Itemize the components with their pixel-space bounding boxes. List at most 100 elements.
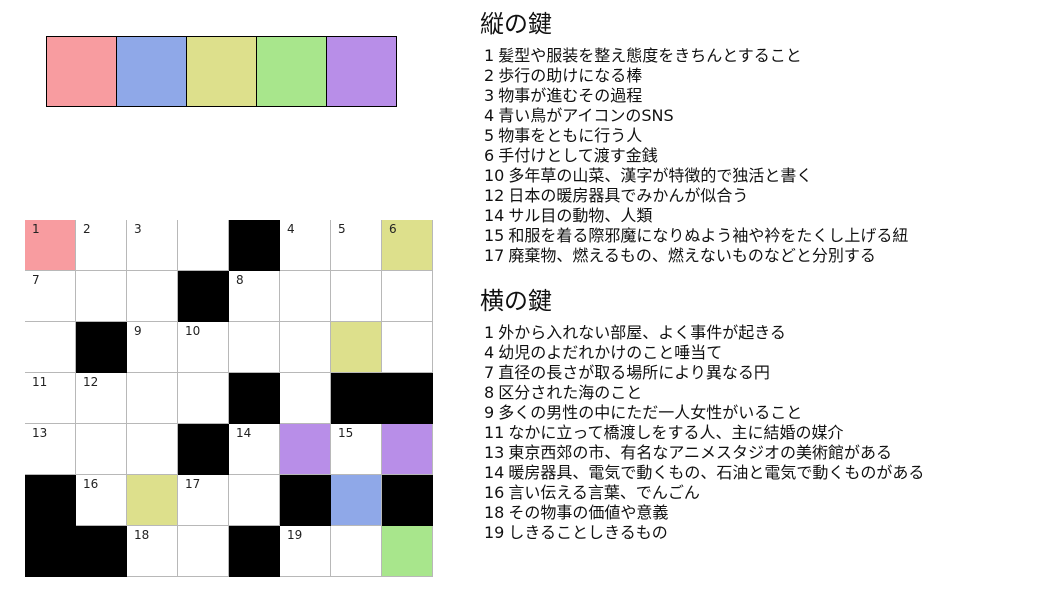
- grid-cell[interactable]: [280, 424, 331, 475]
- grid-cell[interactable]: 18: [127, 526, 178, 577]
- clue-number: 16: [484, 483, 505, 502]
- across-clue: 8 区分された海のこと: [484, 383, 1048, 403]
- clue-text: 暖房器具、電気で動くもの、石油と電気で動くものがある: [508, 463, 925, 482]
- grid-cell[interactable]: 2: [76, 220, 127, 271]
- grid-cell[interactable]: 8: [229, 271, 280, 322]
- grid-cell[interactable]: [382, 322, 433, 373]
- grid-cell[interactable]: [127, 271, 178, 322]
- grid-cell[interactable]: [280, 373, 331, 424]
- clue-text: 言い伝える言葉、でんごん: [508, 483, 700, 502]
- grid-cell[interactable]: [229, 475, 280, 526]
- grid-cell[interactable]: [382, 271, 433, 322]
- clue-number: 3: [484, 86, 495, 105]
- cell-number: 2: [83, 222, 91, 236]
- grid-cell[interactable]: [331, 526, 382, 577]
- across-clue: 13 東京西郊の市、有名なアニメスタジオの美術館がある: [484, 443, 1048, 463]
- down-clue: 4 青い鳥がアイコンのSNS: [484, 106, 1048, 126]
- grid-cell[interactable]: 16: [76, 475, 127, 526]
- cell-number: 11: [32, 375, 48, 389]
- clue-number: 4: [484, 343, 495, 362]
- answer-slot-4[interactable]: [257, 37, 327, 106]
- grid-block-cell: [178, 424, 229, 475]
- across-clue: 14 暖房器具、電気で動くもの、石油と電気で動くものがある: [484, 463, 1048, 483]
- grid-block-cell: [76, 526, 127, 577]
- grid-cell[interactable]: 6: [382, 220, 433, 271]
- cell-number: 5: [338, 222, 346, 236]
- grid-cell[interactable]: 12: [76, 373, 127, 424]
- grid-cell[interactable]: [280, 271, 331, 322]
- clue-number: 12: [484, 186, 505, 205]
- cell-number: 8: [236, 273, 244, 287]
- grid-cell[interactable]: [178, 526, 229, 577]
- clue-number: 7: [484, 363, 495, 382]
- clue-text: 日本の暖房器具でみかんが似合う: [508, 186, 749, 205]
- across-clues-list: 1 外から入れない部屋、よく事件が起きる 4 幼児のよだれかけのこと唾当て 7 直径の長さ…: [478, 323, 1048, 543]
- grid-cell[interactable]: [25, 322, 76, 373]
- answer-slot-3[interactable]: [187, 37, 257, 106]
- clue-number: 10: [484, 166, 505, 185]
- grid-cell[interactable]: 14: [229, 424, 280, 475]
- clue-text: その物事の価値や意義: [508, 503, 669, 522]
- grid-cell[interactable]: 19: [280, 526, 331, 577]
- grid-cell[interactable]: 15: [331, 424, 382, 475]
- answer-slot-5[interactable]: [327, 37, 396, 106]
- cell-number: 15: [338, 426, 354, 440]
- answer-slot-2[interactable]: [117, 37, 187, 106]
- grid-cell[interactable]: [331, 271, 382, 322]
- grid-block-cell: [331, 373, 382, 424]
- grid-cell[interactable]: [280, 322, 331, 373]
- grid-cell[interactable]: [178, 373, 229, 424]
- grid-cell[interactable]: [331, 322, 382, 373]
- grid-cell[interactable]: 13: [25, 424, 76, 475]
- grid-cell[interactable]: [178, 220, 229, 271]
- grid-cell[interactable]: 17: [178, 475, 229, 526]
- down-clue: 12 日本の暖房器具でみかんが似合う: [484, 186, 1048, 206]
- grid-cell[interactable]: 11: [25, 373, 76, 424]
- clue-text: 直径の長さが取る場所により異なる円: [498, 363, 770, 382]
- grid-cell[interactable]: 10: [178, 322, 229, 373]
- grid-cell[interactable]: [229, 322, 280, 373]
- across-clues-heading: 横の鍵: [480, 287, 552, 315]
- cell-number: 4: [287, 222, 295, 236]
- clue-number: 8: [484, 383, 495, 402]
- grid-cell[interactable]: [127, 373, 178, 424]
- grid-cell[interactable]: [127, 424, 178, 475]
- down-clue: 1 髪型や服装を整え態度をきちんとすること: [484, 46, 1048, 66]
- across-clue: 11 なかに立って橋渡しをする人、主に結婚の媒介: [484, 423, 1048, 443]
- grid-cell[interactable]: 3: [127, 220, 178, 271]
- clue-number: 4: [484, 106, 495, 125]
- grid-cell[interactable]: 9: [127, 322, 178, 373]
- down-clues-heading: 縦の鍵: [480, 10, 552, 38]
- grid-cell[interactable]: 1: [25, 220, 76, 271]
- down-clues-section: 縦の鍵 1 髪型や服装を整え態度をきちんとすること 2 歩行の助けになる棒 3 物事が進む…: [478, 6, 1048, 266]
- clue-number: 17: [484, 246, 505, 265]
- down-clue: 15 和服を着る際邪魔になりぬよう袖や衿をたくし上げる紐: [484, 226, 1048, 246]
- cell-number: 3: [134, 222, 142, 236]
- grid-cell[interactable]: [382, 424, 433, 475]
- answer-slot-1[interactable]: [47, 37, 117, 106]
- across-clue: 19 しきることしきるもの: [484, 523, 1048, 543]
- clue-text: 多くの男性の中にただ一人女性がいること: [498, 403, 803, 422]
- grid-cell[interactable]: [127, 475, 178, 526]
- grid-cell[interactable]: [382, 526, 433, 577]
- across-clue: 18 その物事の価値や意義: [484, 503, 1048, 523]
- grid-block-cell: [382, 373, 433, 424]
- clue-text: 物事が進むその過程: [498, 86, 643, 105]
- clue-text: 区分された海のこと: [498, 383, 643, 402]
- grid-block-cell: [280, 475, 331, 526]
- grid-cell[interactable]: [76, 271, 127, 322]
- grid-cell[interactable]: [331, 475, 382, 526]
- across-clue: 9 多くの男性の中にただ一人女性がいること: [484, 403, 1048, 423]
- down-clue: 2 歩行の助けになる棒: [484, 66, 1048, 86]
- across-clue: 16 言い伝える言葉、でんごん: [484, 483, 1048, 503]
- grid-block-cell: [25, 526, 76, 577]
- clue-text: 歩行の助けになる棒: [498, 66, 643, 85]
- down-clues-list: 1 髪型や服装を整え態度をきちんとすること 2 歩行の助けになる棒 3 物事が進むその過程…: [478, 46, 1048, 266]
- grid-cell[interactable]: 4: [280, 220, 331, 271]
- clue-number: 15: [484, 226, 505, 245]
- crossword-grid: 1 2 3 4 5 6 7 8 9 10 11 12 13 14 15 16 17 18 19: [25, 220, 433, 580]
- grid-cell[interactable]: 5: [331, 220, 382, 271]
- grid-block-cell: [229, 526, 280, 577]
- grid-cell[interactable]: [76, 424, 127, 475]
- grid-cell[interactable]: 7: [25, 271, 76, 322]
